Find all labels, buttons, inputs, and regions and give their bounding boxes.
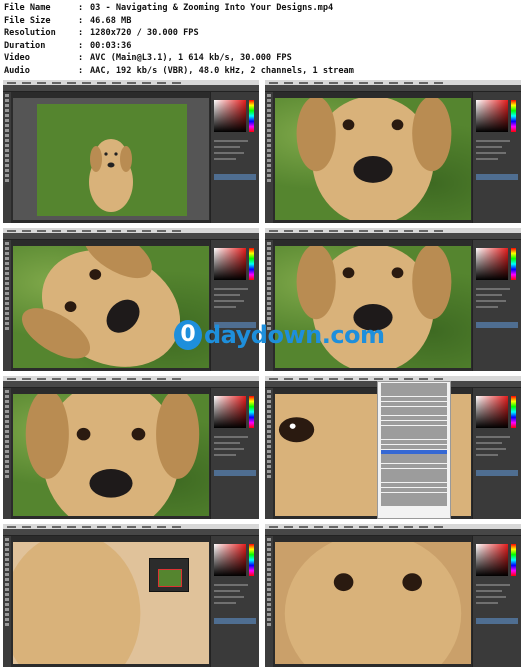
right-panels: [472, 240, 521, 371]
layer-row: [476, 470, 518, 476]
layer-row: [214, 470, 256, 476]
file-info-value: AAC, 192 kb/s (VBR), 48.0 kHz, 2 channel…: [90, 65, 354, 76]
file-info-value: 00:03:36: [90, 40, 132, 51]
file-info-row: File Size : 46.68 MB: [4, 15, 521, 28]
layer-row: [476, 174, 518, 180]
file-info-key: Audio: [4, 65, 30, 76]
tools-panel: [3, 240, 11, 371]
hue-slider: [249, 248, 254, 280]
document-canvas: [275, 542, 471, 664]
tools-panel: [3, 388, 11, 519]
right-panels: [472, 388, 521, 519]
color-picker: [214, 544, 246, 576]
file-info-row: Video : AVC (Main@L3.1), 1 614 kb/s, 30.…: [4, 52, 521, 65]
options-bar: [3, 85, 259, 92]
color-picker: [214, 100, 246, 132]
navigator-panel: [149, 558, 189, 592]
tools-panel: [265, 536, 273, 667]
file-info-row: File Name : 03 - Navigating & Zooming In…: [4, 2, 521, 15]
file-info-key: File Size: [4, 15, 51, 26]
video-thumbnail: [3, 524, 259, 667]
video-thumbnail: [3, 376, 259, 519]
hue-slider: [249, 544, 254, 576]
document-canvas: [275, 98, 471, 220]
file-info-value: 46.68 MB: [90, 15, 132, 26]
hue-slider: [511, 544, 516, 576]
tools-panel: [265, 388, 273, 519]
right-panels: [210, 92, 259, 223]
tools-panel: [265, 92, 273, 223]
options-bar: [265, 529, 521, 536]
watermark-text: daydown.com: [204, 321, 385, 349]
layer-row: [476, 322, 518, 328]
file-info-key: File Name: [4, 3, 51, 13]
window-menu-dropdown: [377, 381, 451, 519]
document-canvas: [13, 98, 209, 220]
tools-panel: [3, 536, 11, 667]
options-bar: [265, 85, 521, 92]
options-bar: [3, 233, 259, 240]
hue-slider: [249, 396, 254, 428]
file-info-key: Resolution: [4, 28, 56, 39]
file-info-value: 1280x720 / 30.000 FPS: [90, 28, 199, 39]
hue-slider: [511, 396, 516, 428]
color-picker: [476, 100, 508, 132]
options-bar: [3, 381, 259, 388]
tools-panel: [3, 92, 11, 223]
color-picker: [476, 396, 508, 428]
file-info-value: AVC (Main@L3.1), 1 614 kb/s, 30.000 FPS: [90, 53, 292, 64]
file-info-row: Audio : AAC, 192 kb/s (VBR), 48.0 kHz, 2…: [4, 65, 521, 78]
right-panels: [472, 536, 521, 667]
file-info-key: Duration: [4, 40, 46, 51]
file-info-separator: :: [78, 28, 84, 39]
video-thumbnail: [3, 80, 259, 223]
file-info-row: Resolution : 1280x720 / 30.000 FPS: [4, 27, 521, 40]
color-picker: [214, 248, 246, 280]
options-bar: [3, 529, 259, 536]
file-info-key: Video: [4, 53, 30, 64]
right-panels: [210, 388, 259, 519]
file-info-value: 03 - Navigating & Zooming Into Your Desi…: [90, 3, 334, 13]
color-picker: [476, 248, 508, 280]
layer-row: [476, 618, 518, 624]
thumbnail-grid: [3, 80, 522, 667]
document-canvas: [13, 394, 209, 516]
options-bar: [265, 233, 521, 240]
file-info-separator: :: [78, 3, 84, 13]
hue-slider: [511, 248, 516, 280]
watermark-logo-icon: 0: [174, 320, 202, 350]
color-picker: [476, 544, 508, 576]
file-info-separator: :: [78, 15, 84, 26]
color-picker: [214, 396, 246, 428]
video-thumbnail: [265, 524, 521, 667]
right-panels: [210, 536, 259, 667]
hue-slider: [511, 100, 516, 132]
site-watermark: 0 daydown.com: [174, 318, 385, 352]
right-panels: [472, 92, 521, 223]
video-thumbnail: [265, 376, 521, 519]
file-info: File Name : 03 - Navigating & Zooming In…: [4, 2, 521, 78]
hue-slider: [249, 100, 254, 132]
file-info-separator: :: [78, 65, 84, 76]
file-info-separator: :: [78, 53, 84, 64]
file-info-separator: :: [78, 40, 84, 51]
layer-row: [214, 618, 256, 624]
layer-row: [214, 174, 256, 180]
video-thumbnail: [265, 80, 521, 223]
file-info-row: Duration : 00:03:36: [4, 40, 521, 53]
